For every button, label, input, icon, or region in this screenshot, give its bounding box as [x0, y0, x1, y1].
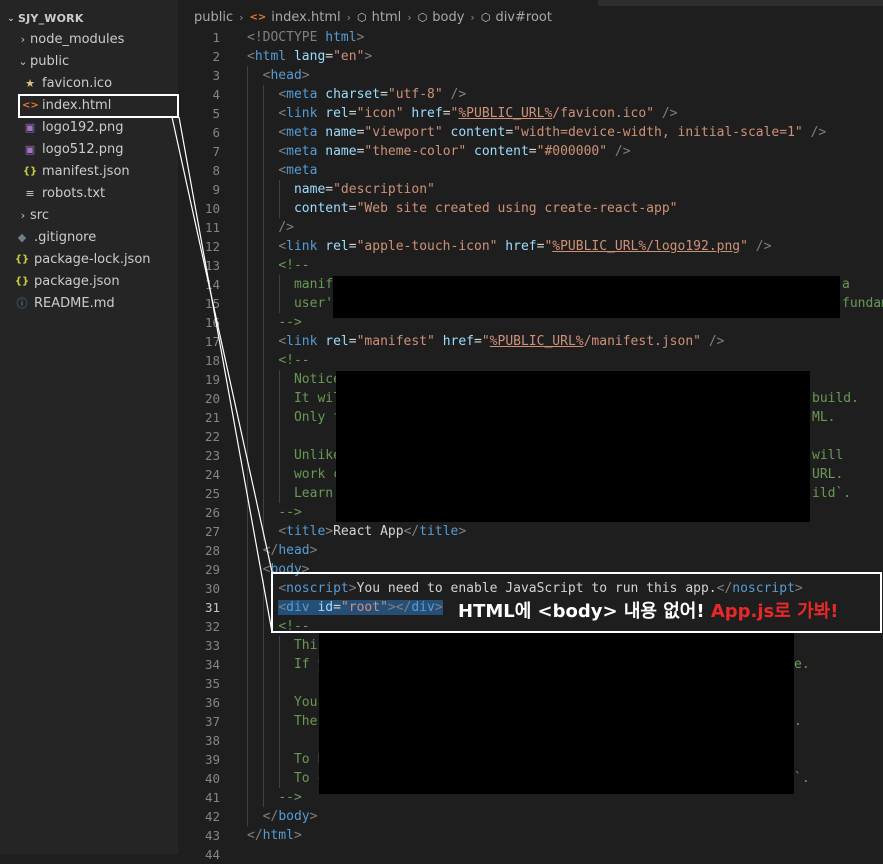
connector-line: [178, 116, 273, 633]
connector-lines: [171, 116, 273, 633]
connector-line: [171, 116, 273, 573]
